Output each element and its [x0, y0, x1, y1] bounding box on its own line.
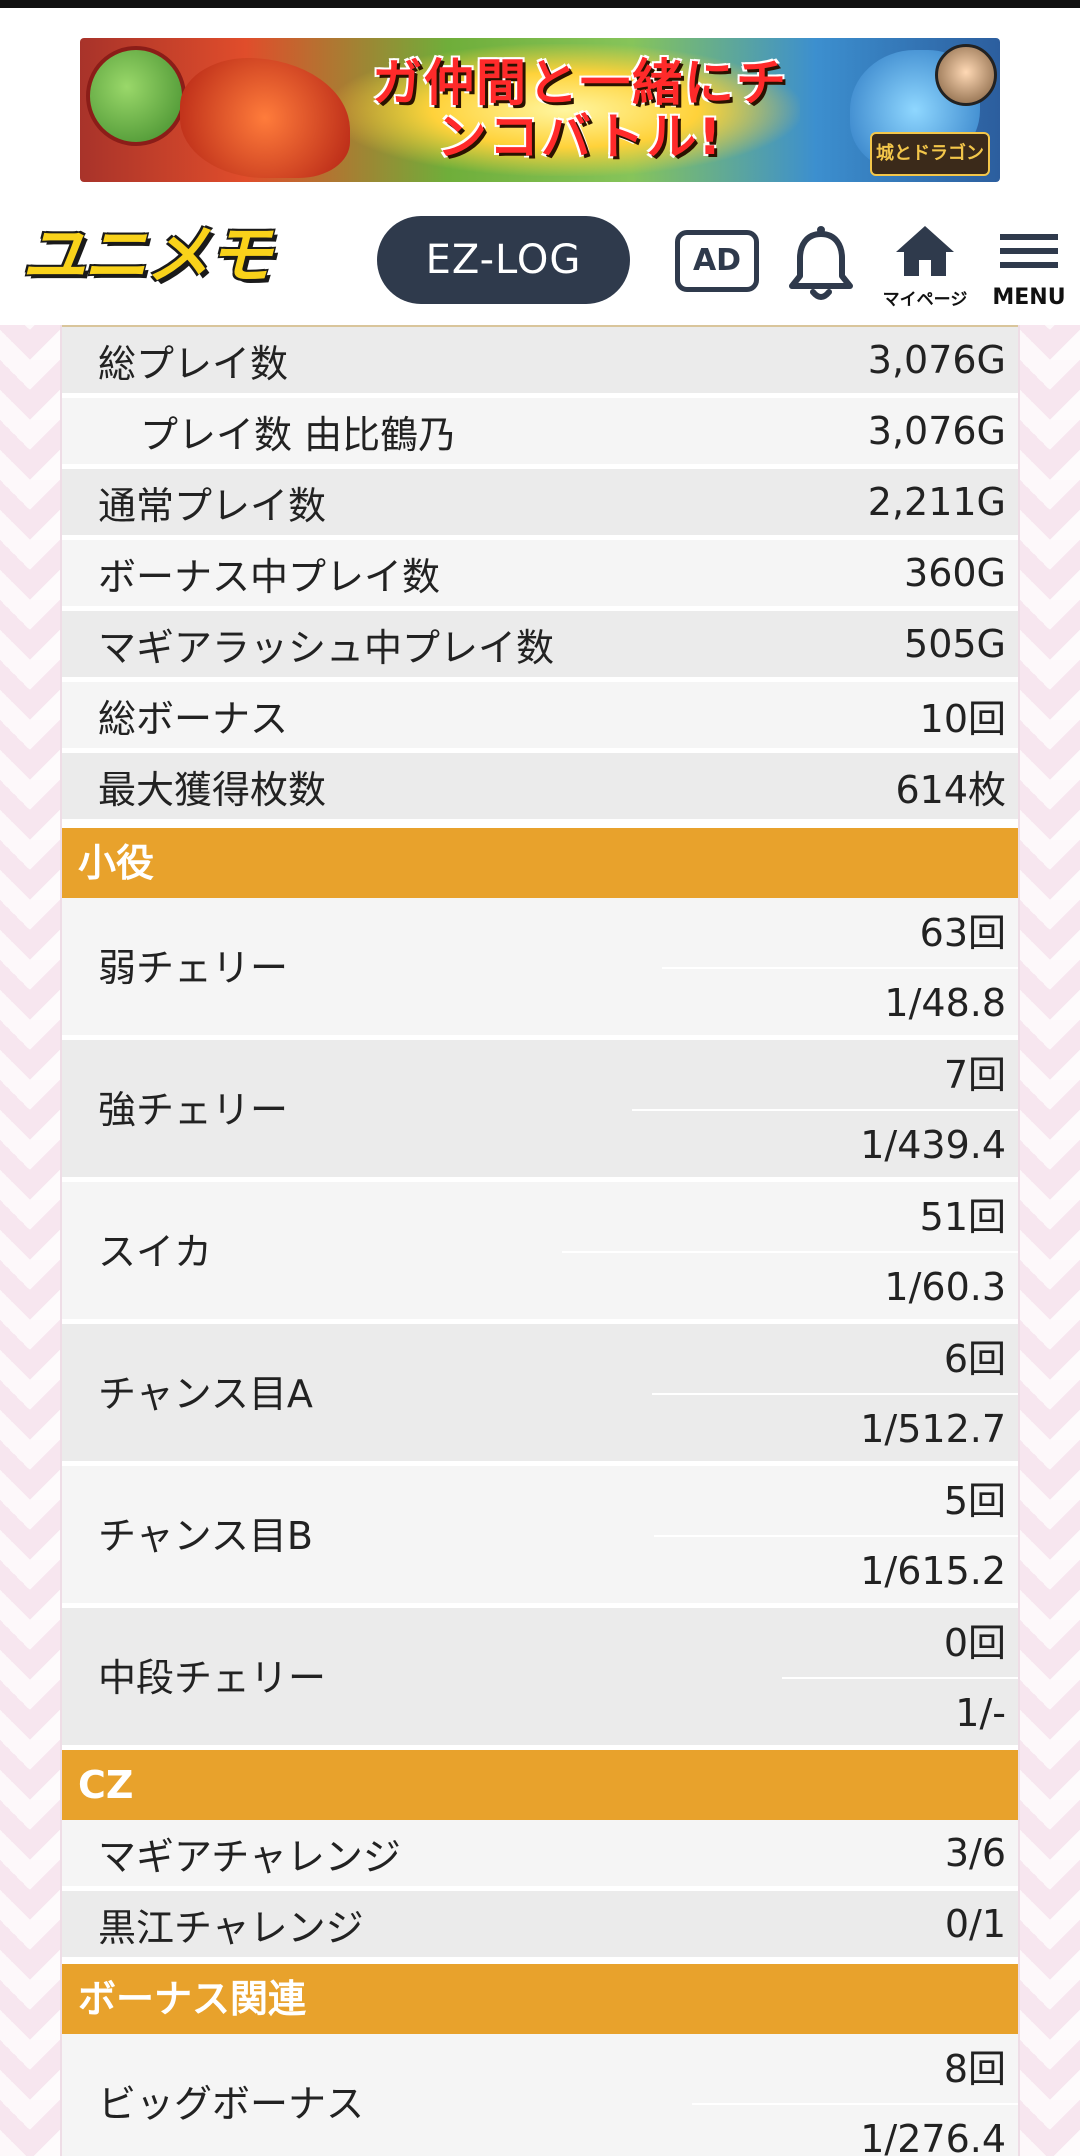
top-nav: ユニメモ EZ-LOG AD マイページ MENU	[0, 208, 1080, 318]
row-probability: 1/512.7	[860, 1407, 1006, 1451]
row-value: 505G	[904, 622, 1006, 666]
row-label: チャンス目B	[98, 1514, 313, 1558]
ezlog-button[interactable]: EZ-LOG	[377, 216, 630, 304]
table-row: マギアチャレンジ 3/6	[62, 1820, 1018, 1889]
ad-button[interactable]: AD	[675, 230, 759, 292]
row-label: マギアラッシュ中プレイ数	[98, 625, 555, 670]
row-count: 0回	[943, 1621, 1006, 1665]
row-label: スイカ	[98, 1230, 213, 1274]
site-logo[interactable]: ユニメモ	[22, 218, 338, 294]
row-count: 7回	[943, 1053, 1006, 1097]
banner-headline: ガ仲間と一緒にチンコバトル!	[372, 54, 788, 166]
site-header: ガ仲間と一緒にチンコバトル! 城とドラゴン ユニメモ EZ-LOG AD マイペ…	[0, 8, 1080, 325]
row-label: 総ボーナス	[98, 696, 289, 741]
row-probability: 1/439.4	[860, 1123, 1006, 1167]
row-label: 弱チェリー	[98, 946, 289, 990]
row-label: ビッグボーナス	[98, 2082, 365, 2126]
row-probability: 1/615.2	[860, 1549, 1006, 1593]
bell-icon	[789, 226, 853, 300]
table-row: ビッグボーナス 8回 1/276.4	[62, 2034, 1018, 2156]
knight-character-icon	[935, 44, 997, 106]
section-header-koyaku: 小役	[62, 828, 1018, 898]
notification-button[interactable]	[776, 220, 866, 310]
row-count: 5回	[943, 1479, 1006, 1523]
game-logo: 城とドラゴン	[870, 132, 990, 176]
mypage-label: マイページ	[882, 290, 968, 310]
table-row: 弱チェリー 63回 1/48.8	[62, 898, 1018, 1038]
row-value: 3,076G	[867, 409, 1006, 453]
row-count: 8回	[943, 2047, 1006, 2091]
row-value: 0/1	[944, 1902, 1006, 1946]
table-row: 中段チェリー 0回 1/-	[62, 1608, 1018, 1748]
row-value: 360G	[904, 551, 1006, 595]
row-label: ボーナス中プレイ数	[98, 554, 441, 599]
row-label: チャンス目A	[98, 1372, 313, 1416]
table-row: 総ボーナス 10回	[62, 682, 1018, 751]
table-row: 総プレイ数 3,076G	[62, 327, 1018, 396]
section-header-bonus: ボーナス関連	[62, 1964, 1018, 2034]
status-bar	[0, 0, 1080, 8]
table-row: チャンス目B 5回 1/615.2	[62, 1466, 1018, 1606]
red-dragon-icon	[180, 58, 350, 178]
row-count: 51回	[919, 1195, 1006, 1239]
row-label: 中段チェリー	[98, 1656, 327, 1700]
table-row: 強チェリー 7回 1/439.4	[62, 1040, 1018, 1180]
row-value: 614枚	[895, 767, 1006, 812]
mypage-button[interactable]: マイページ	[880, 220, 970, 310]
row-probability: 1/276.4	[860, 2117, 1006, 2156]
table-row: スイカ 51回 1/60.3	[62, 1182, 1018, 1322]
row-probability: 1/60.3	[884, 1265, 1006, 1309]
menu-label: MENU	[992, 285, 1066, 310]
table-row: マギアラッシュ中プレイ数 505G	[62, 611, 1018, 680]
table-row: 黒江チャレンジ 0/1	[62, 1891, 1018, 1960]
ad-banner[interactable]: ガ仲間と一緒にチンコバトル! 城とドラゴン	[80, 38, 1000, 182]
row-count: 6回	[943, 1337, 1006, 1381]
row-label: 通常プレイ数	[98, 483, 327, 528]
section-header-cz: CZ	[62, 1750, 1018, 1820]
table-row: プレイ数 由比鶴乃 3,076G	[62, 398, 1018, 467]
row-label: 強チェリー	[98, 1088, 289, 1132]
row-probability: 1/-	[955, 1691, 1006, 1735]
row-value: 10回	[919, 696, 1006, 741]
row-value: 3,076G	[867, 338, 1006, 382]
table-row: チャンス目A 6回 1/512.7	[62, 1324, 1018, 1464]
row-label: 黒江チャレンジ	[98, 1905, 364, 1950]
table-row: 最大獲得枚数 614枚	[62, 753, 1018, 822]
row-label: マギアチャレンジ	[98, 1834, 401, 1879]
home-icon	[896, 226, 954, 276]
row-value: 3/6	[944, 1831, 1006, 1875]
row-value: 2,211G	[867, 480, 1006, 524]
row-label: 最大獲得枚数	[98, 767, 327, 812]
stats-table: 総プレイ数 3,076G プレイ数 由比鶴乃 3,076G 通常プレイ数 2,2…	[60, 325, 1020, 2156]
menu-button[interactable]: MENU	[984, 220, 1074, 310]
row-label: 総プレイ数	[98, 341, 289, 386]
row-count: 63回	[919, 911, 1006, 955]
hamburger-icon	[1000, 234, 1058, 268]
row-label: プレイ数 由比鶴乃	[140, 412, 457, 457]
row-probability: 1/48.8	[884, 981, 1006, 1025]
table-row: ボーナス中プレイ数 360G	[62, 540, 1018, 609]
table-row: 通常プレイ数 2,211G	[62, 469, 1018, 538]
pig-character-icon	[86, 46, 186, 146]
